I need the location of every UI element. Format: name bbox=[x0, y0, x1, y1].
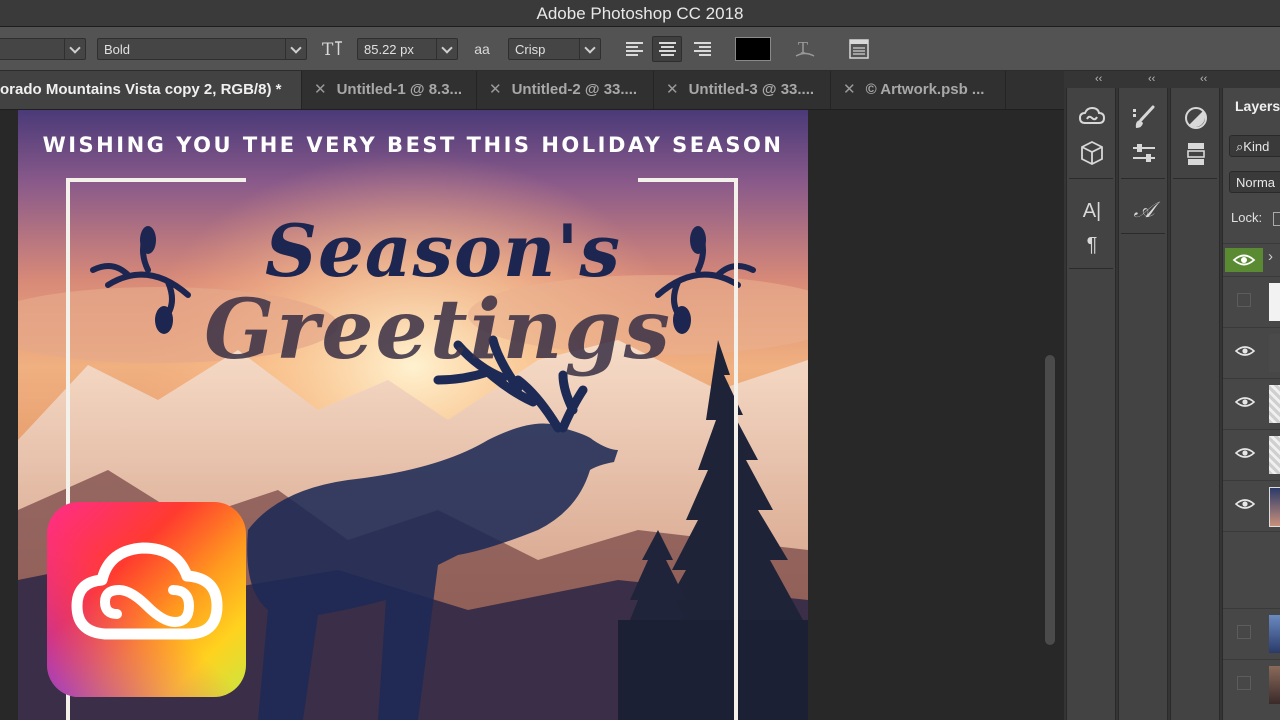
layer-thumbnail bbox=[1269, 385, 1280, 423]
close-icon[interactable]: ✕ bbox=[666, 81, 679, 98]
text-color-swatch[interactable] bbox=[735, 37, 771, 61]
layer-thumbnail bbox=[1269, 615, 1280, 653]
artwork-message: WISHING YOU THE VERY BEST THIS HOLIDAY S… bbox=[42, 133, 784, 157]
panel-column-1: A| ¶ bbox=[1066, 88, 1116, 720]
adjustments-icon[interactable] bbox=[1181, 103, 1211, 133]
align-left-button[interactable] bbox=[620, 36, 650, 62]
chevron-down-icon bbox=[436, 39, 457, 59]
font-style-select[interactable]: Bold bbox=[97, 38, 307, 60]
visibility-toggle[interactable] bbox=[1237, 676, 1251, 690]
panel-column-2: 𝒜 bbox=[1118, 88, 1168, 720]
font-size-value: 85.22 px bbox=[364, 42, 414, 57]
svg-text:T: T bbox=[322, 40, 334, 60]
layer-filter-select[interactable]: ⌕Kind bbox=[1229, 135, 1280, 157]
layer-row[interactable] bbox=[1223, 378, 1280, 429]
eye-icon[interactable] bbox=[1235, 497, 1255, 511]
align-center-button[interactable] bbox=[652, 36, 682, 62]
tab-untitled-2[interactable]: ✕ Untitled-2 @ 33.... bbox=[477, 71, 654, 109]
font-size-icon: T bbox=[320, 38, 344, 60]
layer-row[interactable]: › bbox=[1223, 243, 1280, 276]
group-chevron-icon[interactable]: › bbox=[1268, 248, 1273, 265]
layer-row[interactable] bbox=[1223, 531, 1280, 608]
layer-comps-icon[interactable] bbox=[1181, 138, 1211, 168]
close-icon[interactable]: ✕ bbox=[314, 81, 327, 98]
artwork-headline-line2: Greetings bbox=[204, 282, 672, 378]
collapse-panels-icon[interactable]: ‹‹ bbox=[1200, 71, 1207, 87]
tab-untitled-1[interactable]: ✕ Untitled-1 @ 8.3... bbox=[302, 71, 477, 109]
layers-panel: Layers ⌕Kind Norma Lock: › bbox=[1222, 88, 1280, 720]
layer-row[interactable] bbox=[1223, 429, 1280, 480]
close-icon[interactable]: ✕ bbox=[489, 81, 502, 98]
tab-label: © Artwork.psb ... bbox=[865, 81, 985, 98]
layer-thumbnail bbox=[1269, 334, 1280, 372]
glyphs-icon[interactable]: 𝒜 bbox=[1129, 196, 1159, 226]
creative-cloud-logo bbox=[47, 502, 246, 697]
tab-label: Untitled-1 @ 8.3... bbox=[336, 81, 463, 98]
font-size-input[interactable]: 85.22 px bbox=[357, 38, 458, 60]
layers-panel-title[interactable]: Layers bbox=[1235, 98, 1280, 114]
paragraph-icon[interactable]: ¶ bbox=[1077, 230, 1107, 260]
layer-thumbnail bbox=[1269, 666, 1280, 704]
tab-label: Untitled-2 @ 33.... bbox=[511, 81, 638, 98]
align-right-button[interactable] bbox=[688, 36, 718, 62]
collapse-panels-icon[interactable]: ‹‹ bbox=[1148, 71, 1155, 87]
frame-line-top-right bbox=[638, 178, 738, 182]
artwork-headline-line1: Season's bbox=[265, 208, 621, 293]
layer-row[interactable] bbox=[1223, 327, 1280, 378]
layer-row[interactable] bbox=[1223, 480, 1280, 531]
antialias-value: Crisp bbox=[515, 42, 546, 57]
brush-icon[interactable] bbox=[1129, 103, 1159, 133]
tab-label: orado Mountains Vista copy 2, RGB/8) * bbox=[0, 81, 282, 98]
layer-filter-value: Kind bbox=[1243, 139, 1270, 154]
frame-line-top-left bbox=[66, 178, 246, 182]
blend-mode-select[interactable]: Norma bbox=[1229, 171, 1280, 193]
layer-thumbnail bbox=[1269, 487, 1280, 527]
tab-label: Untitled-3 @ 33.... bbox=[688, 81, 815, 98]
tab-colorado-mountains[interactable]: orado Mountains Vista copy 2, RGB/8) * bbox=[0, 71, 302, 109]
visibility-toggle[interactable] bbox=[1237, 625, 1251, 639]
layer-thumbnail bbox=[1269, 436, 1280, 474]
font-style-value: Bold bbox=[104, 42, 131, 57]
antialias-icon: aa bbox=[474, 41, 490, 57]
layer-thumbnail bbox=[1269, 283, 1280, 321]
layer-row[interactable] bbox=[1223, 608, 1280, 659]
visibility-toggle[interactable] bbox=[1237, 293, 1251, 307]
character-icon[interactable]: A| bbox=[1077, 196, 1107, 226]
3d-cube-icon[interactable] bbox=[1077, 138, 1107, 168]
visibility-toggle[interactable] bbox=[1225, 248, 1263, 272]
adjustments-sliders-icon[interactable] bbox=[1129, 138, 1159, 168]
chevron-down-icon bbox=[285, 39, 306, 59]
eye-icon[interactable] bbox=[1235, 446, 1255, 460]
eye-icon[interactable] bbox=[1235, 344, 1255, 358]
eye-icon[interactable] bbox=[1235, 395, 1255, 409]
eye-icon bbox=[1232, 254, 1256, 266]
libraries-icon[interactable] bbox=[1077, 103, 1107, 133]
options-bar: Bold T 85.22 px aa Crisp T bbox=[0, 27, 1280, 71]
antialias-select[interactable]: Crisp bbox=[508, 38, 601, 60]
font-family-select[interactable] bbox=[0, 38, 86, 60]
lock-label: Lock: bbox=[1231, 210, 1263, 225]
close-icon[interactable]: ✕ bbox=[843, 81, 856, 98]
warp-text-icon[interactable]: T bbox=[793, 38, 817, 60]
layer-row[interactable] bbox=[1223, 659, 1280, 710]
chevron-down-icon bbox=[64, 39, 85, 59]
vertical-scrollbar[interactable] bbox=[1045, 355, 1055, 645]
lock-transparency-icon[interactable] bbox=[1273, 212, 1280, 226]
app-title: Adobe Photoshop CC 2018 bbox=[536, 4, 744, 23]
character-panel-icon[interactable] bbox=[847, 38, 871, 60]
tab-untitled-3[interactable]: ✕ Untitled-3 @ 33.... bbox=[654, 71, 831, 109]
frame-line-right bbox=[734, 178, 738, 720]
panel-column-3 bbox=[1170, 88, 1220, 720]
tab-artwork-psb[interactable]: ✕ © Artwork.psb ... bbox=[831, 71, 1006, 109]
layer-row[interactable] bbox=[1223, 276, 1280, 327]
collapse-panels-icon[interactable]: ‹‹ bbox=[1095, 71, 1102, 87]
blend-mode-value: Norma bbox=[1236, 175, 1276, 190]
chevron-down-icon bbox=[579, 39, 600, 59]
